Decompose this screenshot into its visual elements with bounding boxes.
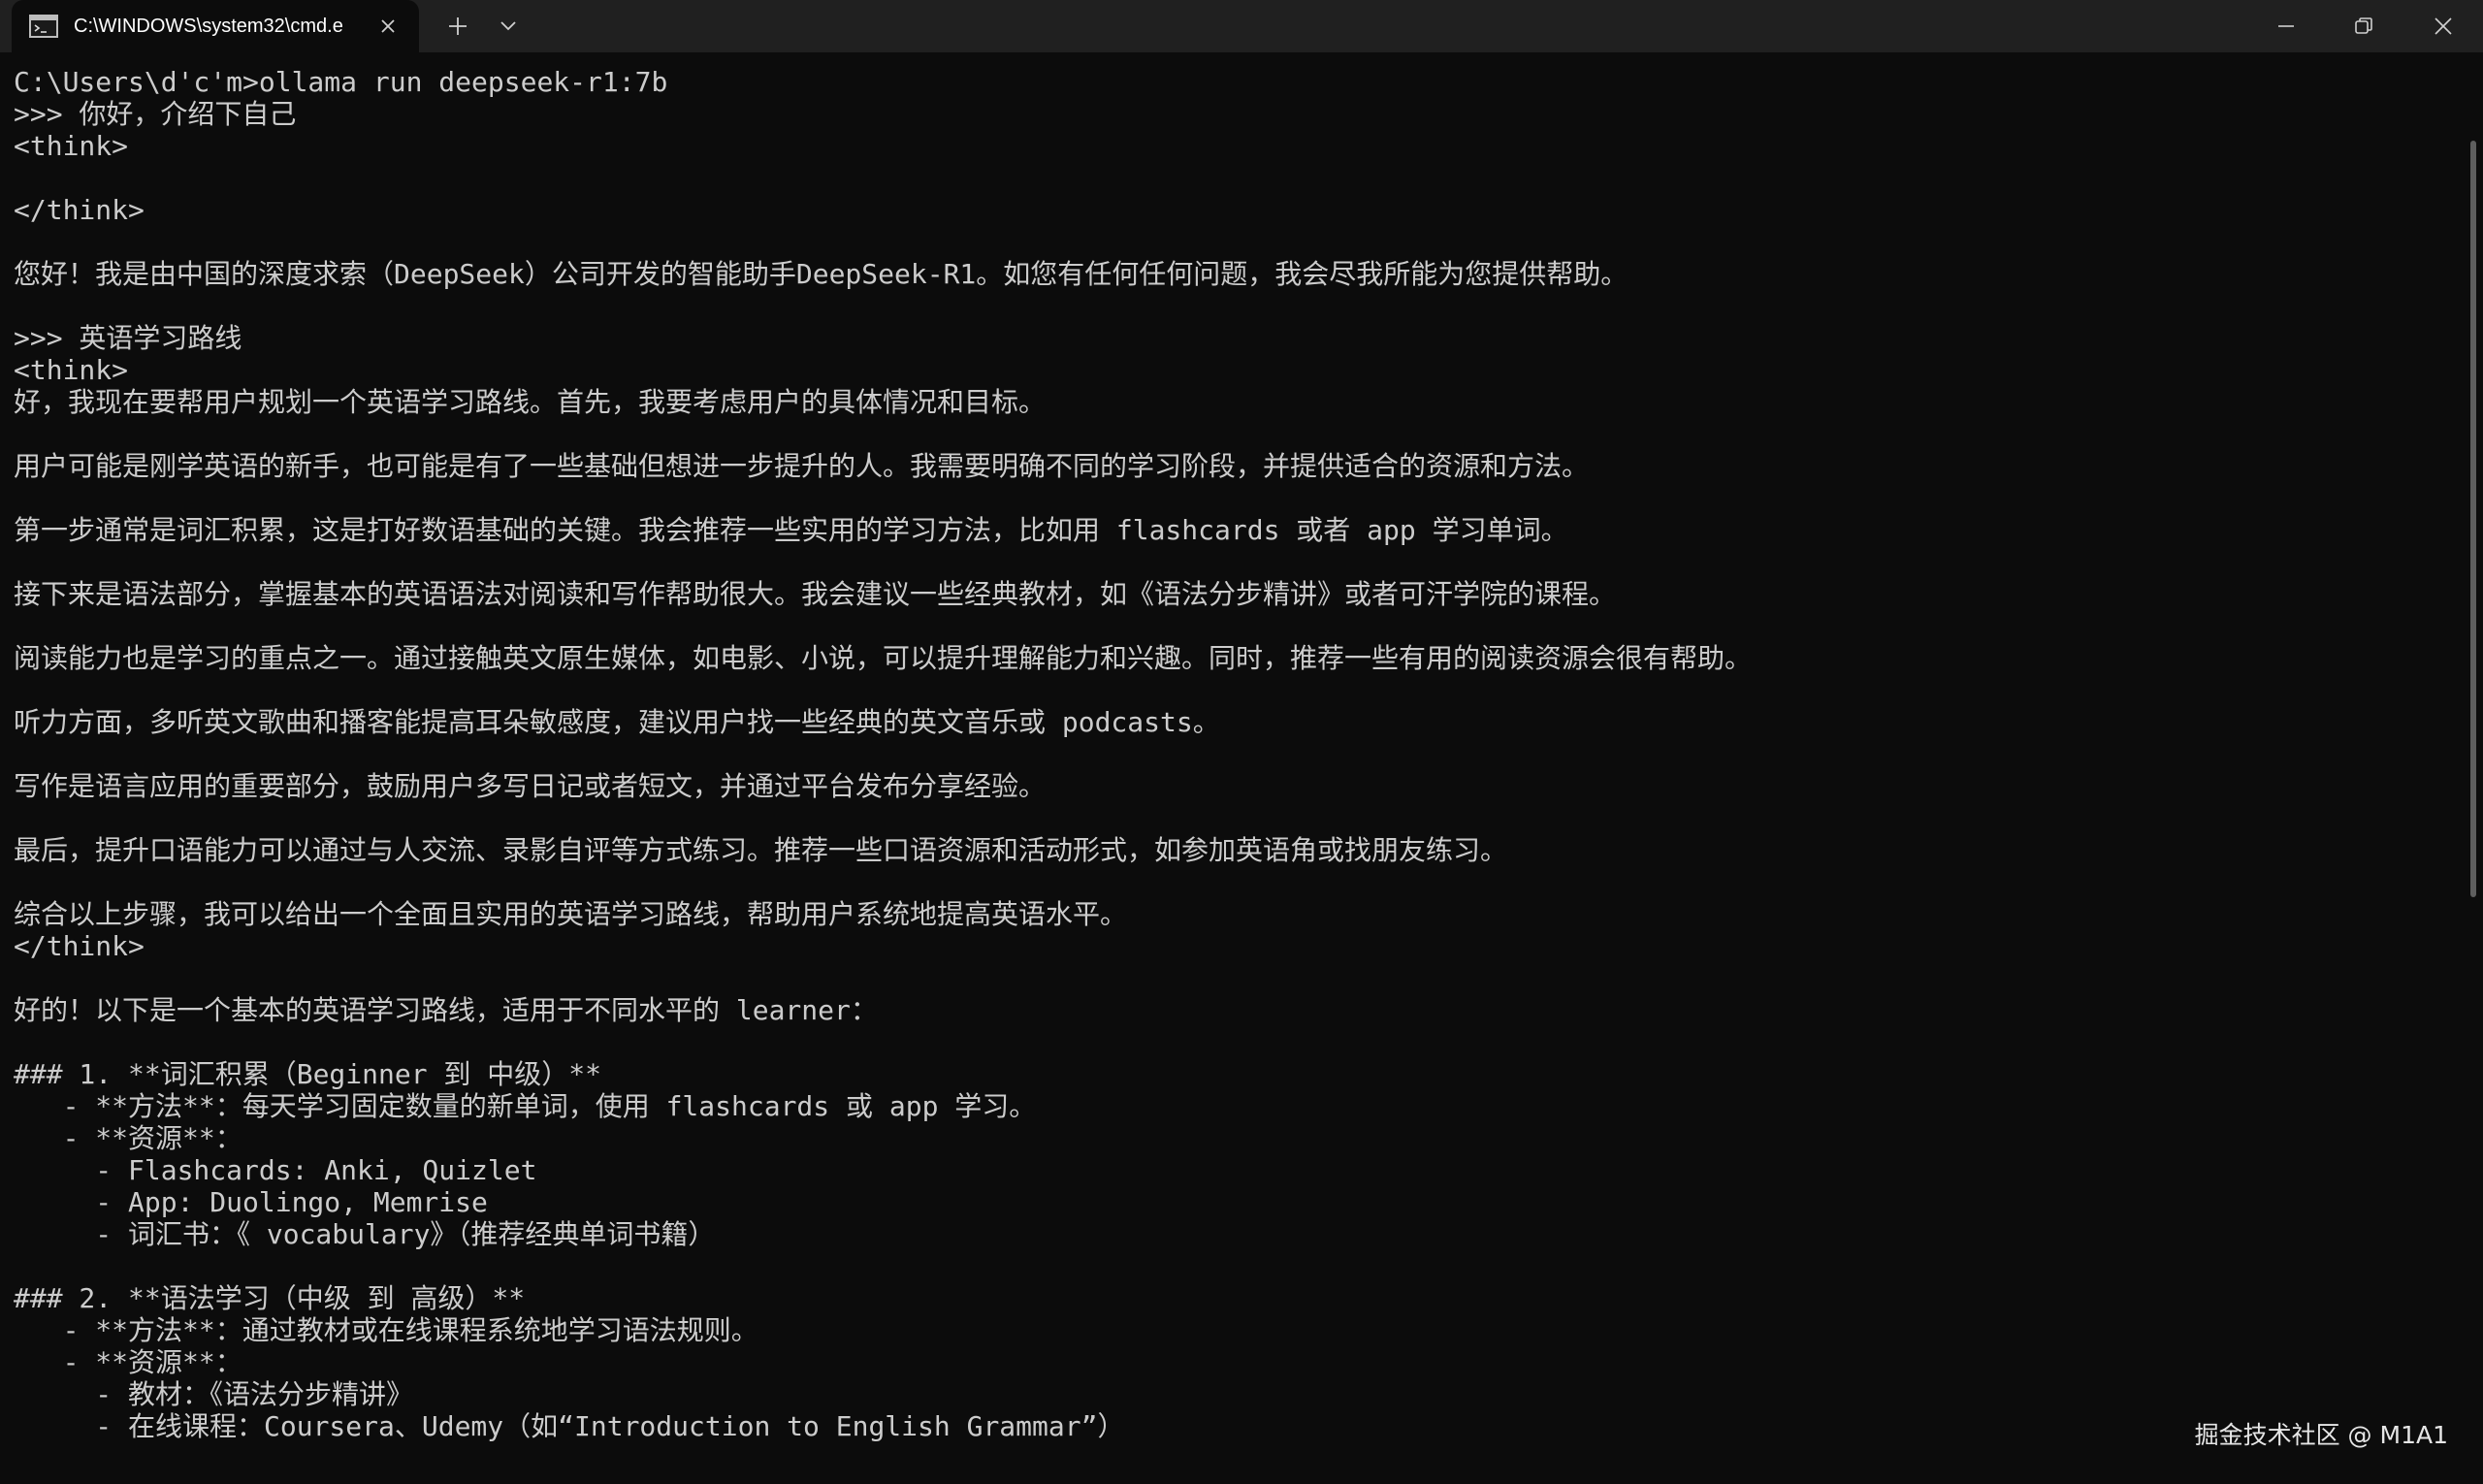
console-line: 最后，提升口语能力可以通过与人交流、录影自评等方式练习。推荐一些口语资源和活动形… [14,834,1508,866]
close-window-button[interactable] [2400,0,2483,52]
console-line: - 教材：《语法分步精讲》 [14,1378,414,1410]
console-line: 第一步通常是词汇积累，这是打好数语基础的关键。我会推荐一些实用的学习方法，比如用… [14,514,1568,546]
console-line: - 词汇书：《 vocabulary》（推荐经典单词书籍） [14,1218,716,1250]
minimize-icon [2278,25,2294,27]
console-line: 阅读能力也是学习的重点之一。通过接触英文原生媒体，如电影、小说，可以提升理解能力… [14,642,1753,674]
terminal-icon [29,15,58,38]
console-line: 综合以上步骤，我可以给出一个全面且实用的英语学习路线，帮助用户系统地提高英语水平… [14,898,1128,930]
console-line: 您好！我是由中国的深度求索（DeepSeek）公司开发的智能助手DeepSeek… [14,258,1628,290]
console-line: - App: Duolingo, Memrise [14,1186,488,1218]
chevron-down-icon [500,21,516,31]
restore-icon [2355,17,2372,34]
console-line: - **资源**： [14,1122,242,1154]
console-line: - **方法**：通过教材或在线课程系统地学习语法规则。 [14,1314,758,1346]
console-line: >>> 你好，介绍下自己 [14,98,297,130]
minimize-button[interactable] [2242,0,2330,52]
close-icon [2435,17,2452,35]
title-bar: C:\WINDOWS\system32\cmd.e [0,0,2483,52]
console-line: - **方法**：每天学习固定数量的新单词，使用 flashcards 或 ap… [14,1090,1037,1122]
console-line: - **资源**： [14,1346,242,1378]
console-line: </think> [14,930,145,962]
console-line: 好，我现在要帮用户规划一个英语学习路线。首先，我要考虑用户的具体情况和目标。 [14,386,1047,418]
console-line: 接下来是语法部分，掌握基本的英语语法对阅读和写作帮助很大。我会建议一些经典教材，… [14,578,1617,610]
console-line: >>> 英语学习路线 [14,322,242,354]
new-tab-button[interactable] [435,0,481,52]
watermark: 掘金技术社区 @ M1A1 [2194,1421,2448,1449]
plus-icon [449,17,467,35]
console-line: ### 1. **词汇积累（Beginner 到 中级）** [14,1058,602,1090]
console-line: 好的！以下是一个基本的英语学习路线，适用于不同水平的 learner： [14,994,878,1026]
tab-dropdown-button[interactable] [485,0,532,52]
console-line: 用户可能是刚学英语的新手，也可能是有了一些基础但想进一步提升的人。我需要明确不同… [14,450,1590,482]
console-line: ### 2. **语法学习（中级 到 高级）** [14,1282,526,1314]
console-line: 写作是语言应用的重要部分，鼓励用户多写日记或者短文，并通过平台发布分享经验。 [14,770,1047,802]
console-line: <think> [14,354,129,386]
tab-close-icon[interactable] [372,11,403,42]
console-line: C:\Users\d'c'm>ollama run deepseek-r1:7b [14,66,668,98]
console-line: 听力方面，多听英文歌曲和播客能提高耳朵敏感度，建议用户找一些经典的英文音乐或 p… [14,706,1220,738]
console-line: </think> [14,194,145,226]
console-line: <think> [14,130,129,162]
console-output[interactable]: C:\Users\d'c'm>ollama run deepseek-r1:7b… [14,66,2438,1482]
console-line: - 在线课程：Coursera、Udemy（如“Introduction to … [14,1410,1125,1442]
tab-title: C:\WINDOWS\system32\cmd.e [74,15,343,37]
console-line: - Flashcards: Anki, Quizlet [14,1154,537,1186]
tab-cmd[interactable]: C:\WINDOWS\system32\cmd.e [12,0,419,52]
restore-button[interactable] [2320,0,2407,52]
scrollbar-thumb[interactable] [2470,141,2476,897]
